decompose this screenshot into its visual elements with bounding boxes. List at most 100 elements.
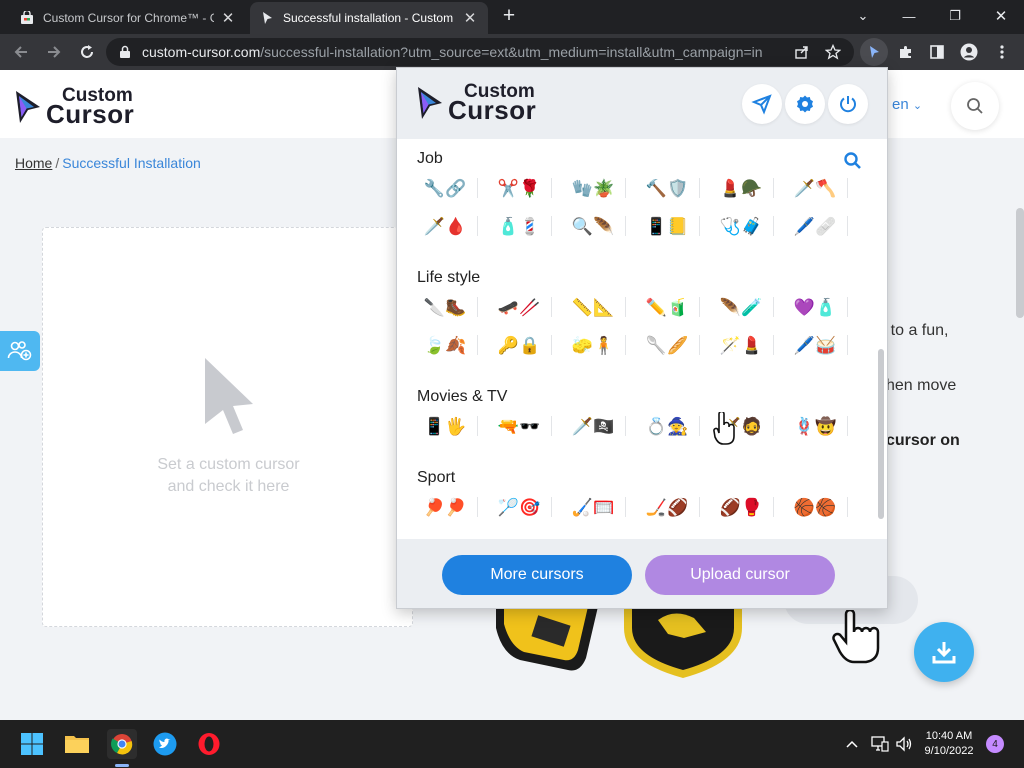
language-selector[interactable]: en ⌄ bbox=[892, 96, 922, 113]
cursor-item[interactable]: 🔪🥾 bbox=[417, 293, 473, 321]
cursor-item[interactable]: ✂️🌹 bbox=[491, 174, 547, 202]
cursor-item[interactable]: 🏒🏈 bbox=[639, 493, 695, 521]
cursor-preview: 📏📐 bbox=[571, 297, 615, 317]
cursor-item[interactable]: 📱📒 bbox=[639, 212, 695, 240]
cursor-toggle-button[interactable] bbox=[742, 84, 782, 124]
cursor-test-area[interactable]: Set a custom cursor and check it here bbox=[42, 227, 413, 627]
extensions-puzzle-icon[interactable] bbox=[894, 40, 918, 64]
cursor-item[interactable]: 🪄💄 bbox=[713, 331, 769, 359]
hand-pointer-icon bbox=[832, 610, 880, 664]
page-scrollbar[interactable] bbox=[1016, 208, 1024, 318]
lock-icon[interactable] bbox=[118, 45, 132, 59]
more-cursors-button[interactable]: More cursors bbox=[442, 555, 632, 595]
category-title-movies-tv: Movies & TV bbox=[417, 388, 508, 405]
popup-scrollbar[interactable] bbox=[878, 349, 884, 519]
cursor-item[interactable]: ✏️🧃 bbox=[639, 293, 695, 321]
cursor-item[interactable]: 🏑🥅 bbox=[565, 493, 621, 521]
share-icon[interactable] bbox=[790, 40, 814, 64]
logo-line2: Cursor bbox=[46, 99, 135, 129]
tab-successful-installation[interactable]: Successful installation - Custom Cursor … bbox=[250, 2, 488, 34]
side-panel-icon[interactable] bbox=[925, 40, 949, 64]
close-window-icon[interactable]: ✕ bbox=[981, 3, 1021, 29]
cursor-preview: 💜🧴 bbox=[793, 297, 837, 317]
cursor-item[interactable]: 🪶🧪 bbox=[713, 293, 769, 321]
category-title-job: Job bbox=[417, 150, 443, 167]
community-button[interactable] bbox=[0, 331, 40, 371]
bookmark-star-icon[interactable] bbox=[821, 40, 845, 64]
opera-icon[interactable] bbox=[195, 730, 223, 758]
cursor-preview: ✏️🧃 bbox=[645, 297, 689, 317]
windows-start-icon[interactable] bbox=[18, 730, 46, 758]
cursor-item[interactable]: 🏸🎯 bbox=[491, 493, 547, 521]
power-button[interactable] bbox=[828, 84, 868, 124]
url-text[interactable]: custom-cursor.com/successful-installatio… bbox=[142, 44, 762, 60]
cursor-preview: 🏑🥅 bbox=[571, 497, 615, 517]
cursor-item[interactable]: 🧤🪴 bbox=[565, 174, 621, 202]
site-search-button[interactable] bbox=[951, 82, 999, 130]
notification-badge[interactable]: 4 bbox=[986, 735, 1004, 753]
cursor-item[interactable]: 🖊️🥁 bbox=[787, 331, 843, 359]
popup-cursor-list: Job 🔧🔗 ✂️🌹 🧤🪴 🔨🛡️ 💄🪖 🗡️🪓 🗡️🩸 🧴💈 🔍🪶 📱📒 🩺🧳… bbox=[397, 139, 887, 539]
cursor-item[interactable]: 🔍🪶 bbox=[565, 212, 621, 240]
cursor-item[interactable]: 🧽🧍 bbox=[565, 331, 621, 359]
cursor-item[interactable]: 🖊️🩹 bbox=[787, 212, 843, 240]
gear-icon bbox=[797, 95, 813, 113]
site-logo[interactable]: Custom Cursor bbox=[14, 86, 134, 127]
cursor-item[interactable]: 💍🧙 bbox=[639, 412, 695, 440]
breadcrumb-home-link[interactable]: Home bbox=[15, 155, 52, 171]
cursor-item[interactable]: 🪢🤠 bbox=[787, 412, 843, 440]
cursor-item[interactable]: 🗡️🩸 bbox=[417, 212, 473, 240]
address-bar[interactable]: custom-cursor.com/successful-installatio… bbox=[106, 38, 854, 66]
cursor-item[interactable]: 🔫🕶️ bbox=[491, 412, 547, 440]
cursor-item[interactable]: 🏀🏀 bbox=[787, 493, 843, 521]
search-icon[interactable] bbox=[843, 151, 863, 171]
download-button[interactable] bbox=[914, 622, 974, 682]
reload-icon[interactable] bbox=[75, 40, 99, 64]
tab-search-icon[interactable]: ⌄ bbox=[843, 3, 883, 29]
cursor-item[interactable]: 🔧🔗 bbox=[417, 174, 473, 202]
cursor-item[interactable]: 📱🖐️ bbox=[417, 412, 473, 440]
cursor-preview: 🩺🧳 bbox=[719, 216, 763, 236]
cursor-item[interactable]: 💄🪖 bbox=[713, 174, 769, 202]
restore-icon[interactable]: ❐ bbox=[935, 3, 975, 29]
cursor-box-hint: Set a custom cursor and check it here bbox=[43, 454, 414, 498]
cursor-item[interactable]: 🗡️🏴‍☠️ bbox=[565, 412, 621, 440]
cursor-item[interactable]: 🔨🛡️ bbox=[639, 174, 695, 202]
cursor-preview: 🪢🤠 bbox=[793, 416, 837, 436]
cursor-item[interactable]: 💜🧴 bbox=[787, 293, 843, 321]
clock-date: 9/10/2022 bbox=[924, 745, 974, 757]
custom-cursor-extension-icon[interactable] bbox=[860, 38, 888, 66]
cursor-item[interactable]: 🍃🍂 bbox=[417, 331, 473, 359]
forward-icon[interactable] bbox=[42, 40, 66, 64]
back-icon[interactable] bbox=[9, 40, 33, 64]
cursor-item[interactable]: 🥄🥖 bbox=[639, 331, 695, 359]
close-tab-icon[interactable]: ✕ bbox=[220, 10, 236, 27]
twitter-icon[interactable] bbox=[151, 730, 179, 758]
cursor-item[interactable]: 🔑🔒 bbox=[491, 331, 547, 359]
file-explorer-icon[interactable] bbox=[63, 730, 91, 758]
cursor-row: 🏓🏓 🏸🎯 🏑🥅 🏒🏈 🏈🥊 🏀🏀 bbox=[417, 493, 859, 521]
cursor-item[interactable]: 🧴💈 bbox=[491, 212, 547, 240]
minimize-icon[interactable]: — bbox=[889, 3, 929, 29]
new-tab-button[interactable]: + bbox=[498, 5, 520, 28]
cursor-preview: 🏈🥊 bbox=[719, 497, 763, 517]
settings-button[interactable] bbox=[785, 84, 825, 124]
profile-avatar-icon[interactable] bbox=[957, 40, 981, 64]
chevron-up-icon[interactable] bbox=[842, 734, 862, 754]
close-tab-icon[interactable]: ✕ bbox=[462, 10, 478, 27]
cursor-item[interactable]: 🛹🥢 bbox=[491, 293, 547, 321]
cursor-item[interactable]: 🏓🏓 bbox=[417, 493, 473, 521]
chrome-taskbar-icon[interactable] bbox=[107, 729, 137, 759]
volume-icon[interactable] bbox=[894, 734, 914, 754]
cursor-preview: 🔪🥾 bbox=[423, 297, 467, 317]
cursor-item[interactable]: 🗡️🪓 bbox=[787, 174, 843, 202]
cursor-item[interactable]: 📏📐 bbox=[565, 293, 621, 321]
yellow-car-cursor-image bbox=[496, 598, 600, 671]
system-clock[interactable]: 10:40 AM 9/10/2022 bbox=[916, 729, 982, 759]
cursor-item[interactable]: 🩺🧳 bbox=[713, 212, 769, 240]
network-icon[interactable] bbox=[870, 734, 890, 754]
tab-chrome-web-store[interactable]: Custom Cursor for Chrome™ - Chrome Web S… bbox=[10, 2, 246, 34]
upload-cursor-button[interactable]: Upload cursor bbox=[645, 555, 835, 595]
chrome-menu-icon[interactable] bbox=[990, 40, 1014, 64]
cursor-item[interactable]: 🏈🥊 bbox=[713, 493, 769, 521]
